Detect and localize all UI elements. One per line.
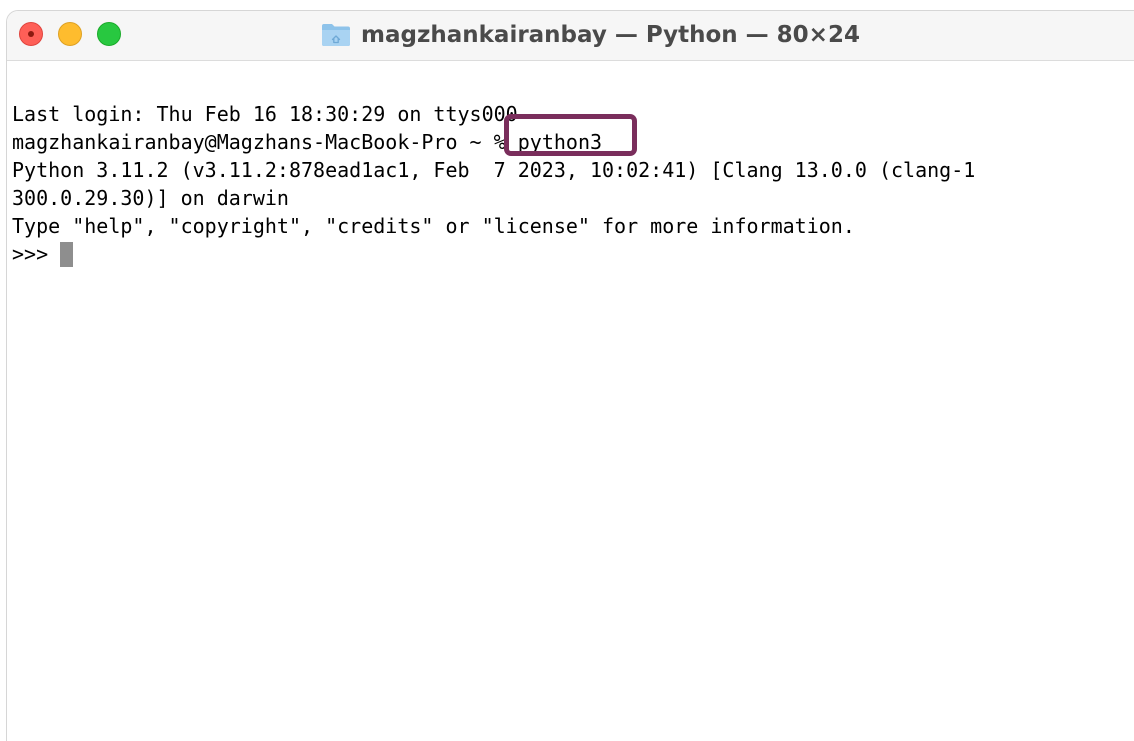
terminal-window: magzhankairanbay — Python — 80×24 Last l… (6, 10, 1134, 741)
repl-line[interactable]: >>> (12, 240, 1134, 268)
shell-prompt: magzhankairanbay@Magzhans-MacBook-Pro ~ … (12, 130, 518, 154)
folder-icon (321, 23, 351, 47)
window-title: magzhankairanbay — Python — 80×24 (361, 22, 860, 48)
python-version-line: Python 3.11.2 (v3.11.2:878ead1ac1, Feb 7… (12, 158, 976, 182)
command-line: magzhankairanbay@Magzhans-MacBook-Pro ~ … (12, 114, 1134, 156)
repl-prompt: >>> (12, 242, 61, 266)
window-title-area: magzhankairanbay — Python — 80×24 (7, 11, 1134, 59)
terminal-output[interactable]: Last login: Thu Feb 16 18:30:29 on ttys0… (7, 61, 1134, 741)
command-highlight-box (503, 114, 637, 156)
title-bar[interactable]: magzhankairanbay — Python — 80×24 (7, 11, 1134, 61)
python-version-line-continued: 300.0.29.30)] on darwin (12, 186, 289, 210)
help-hint-line: Type "help", "copyright", "credits" or "… (12, 214, 855, 238)
typed-command: python3 (503, 114, 637, 156)
text-cursor (60, 242, 74, 267)
